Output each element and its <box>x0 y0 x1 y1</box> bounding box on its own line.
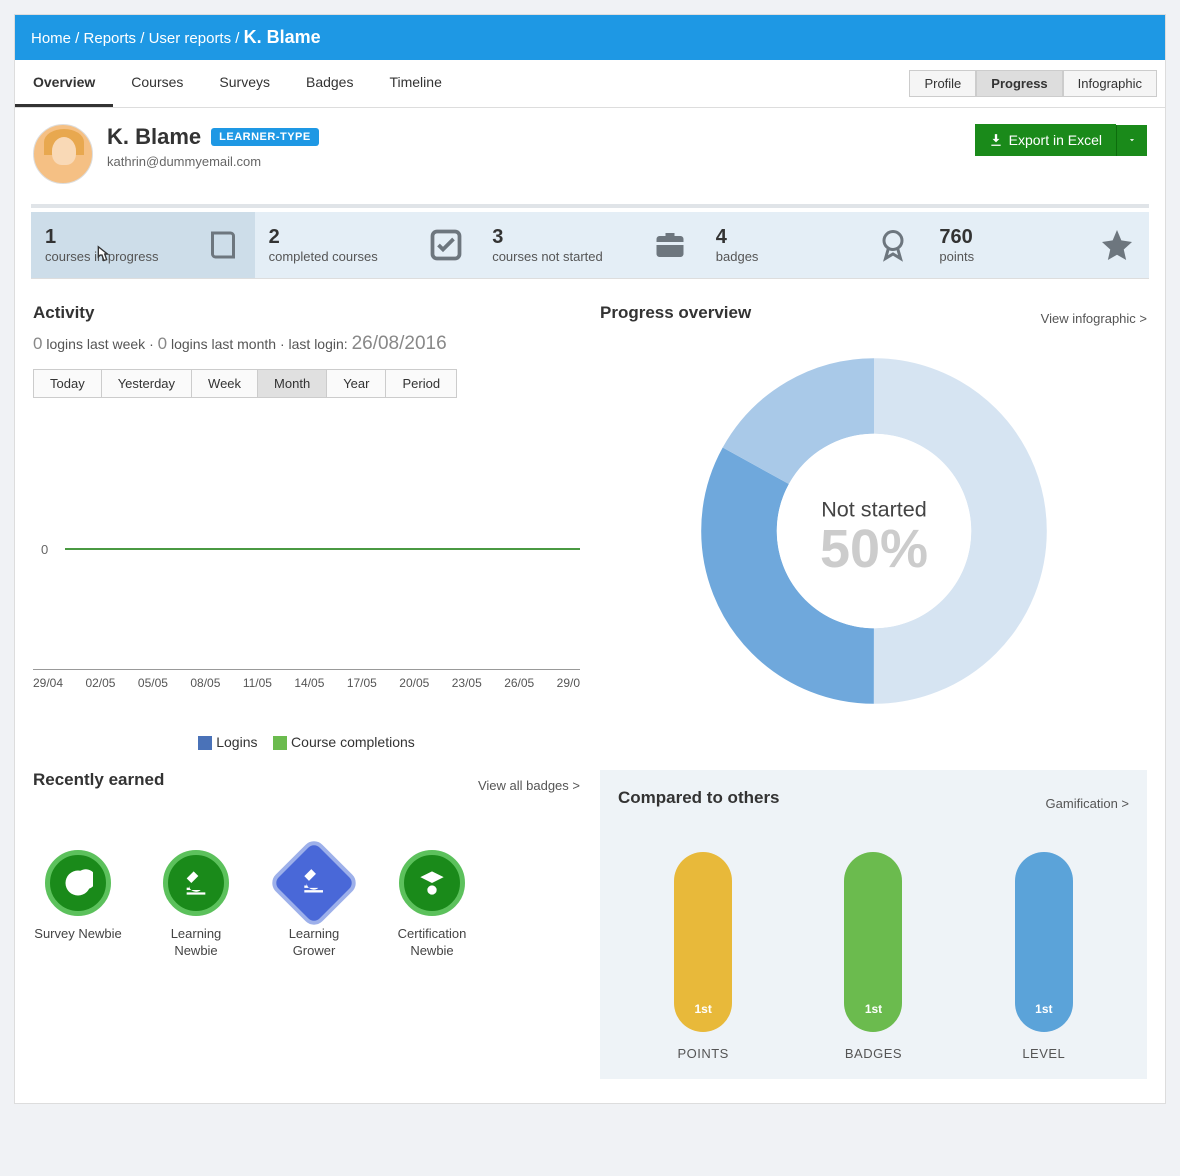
gamification-link[interactable]: Gamification > <box>1046 796 1129 811</box>
tab-timeline[interactable]: Timeline <box>371 60 459 107</box>
learner-type-tag: LEARNER-TYPE <box>211 128 319 146</box>
export-excel-button[interactable]: Export in Excel <box>975 124 1116 156</box>
stat-completed[interactable]: 2completed courses <box>255 212 479 278</box>
stat-points[interactable]: 760points <box>925 212 1149 278</box>
profile-name: K. Blame <box>107 124 201 150</box>
download-icon <box>989 133 1003 147</box>
time-month[interactable]: Month <box>258 370 327 397</box>
book-icon <box>205 227 241 263</box>
tab-surveys[interactable]: Surveys <box>201 60 288 107</box>
separator <box>31 204 1149 208</box>
tab-courses[interactable]: Courses <box>113 60 201 107</box>
pill-points: 1st POINTS <box>674 852 732 1061</box>
profile-email: kathrin@dummyemail.com <box>107 154 319 169</box>
breadcrumb-reports[interactable]: Reports <box>84 30 137 47</box>
tabs-view: Profile Progress Infographic <box>909 70 1165 97</box>
time-year[interactable]: Year <box>327 370 386 397</box>
briefcase-icon <box>652 227 688 263</box>
tabs-main: Overview Courses Surveys Badges Timeline <box>15 60 460 107</box>
graduate-icon <box>418 869 446 897</box>
stat-in-progress[interactable]: 1courses in progress <box>31 212 255 278</box>
progress-title: Progress overview <box>600 303 751 323</box>
time-today[interactable]: Today <box>34 370 102 397</box>
activity-summary: 0 logins last week · 0 logins last month… <box>33 333 580 355</box>
time-week[interactable]: Week <box>192 370 258 397</box>
pill-badges: 1st BADGES <box>844 852 902 1061</box>
view-progress[interactable]: Progress <box>976 70 1062 97</box>
badge-certification-newbie[interactable]: Certification Newbie <box>387 850 477 960</box>
badge-learning-grower[interactable]: Learning Grower <box>269 850 359 960</box>
breadcrumb: Home / Reports / User reports / K. Blame <box>15 15 1165 60</box>
breadcrumb-user-reports[interactable]: User reports <box>149 30 232 47</box>
star-icon <box>1099 227 1135 263</box>
stats-row: 1courses in progress 2completed courses … <box>31 212 1149 279</box>
microscope-icon <box>300 867 328 895</box>
tab-overview[interactable]: Overview <box>15 60 113 107</box>
activity-panel: Activity 0 logins last week · 0 logins l… <box>33 303 580 750</box>
stat-badges[interactable]: 4badges <box>702 212 926 278</box>
stat-not-started[interactable]: 3courses not started <box>478 212 702 278</box>
progress-donut: Not started 50% <box>694 351 1054 711</box>
breadcrumb-home[interactable]: Home <box>31 30 71 47</box>
activity-chart: 0 29/0402/0505/0508/0511/0514/0517/0520/… <box>33 414 580 694</box>
cursor-icon <box>91 242 113 268</box>
activity-legend: Logins Course completions <box>33 734 580 750</box>
time-period[interactable]: Period <box>386 370 456 397</box>
export-dropdown-caret[interactable] <box>1116 125 1147 156</box>
progress-panel: Progress overview View infographic > Not… <box>600 303 1147 750</box>
avatar <box>33 124 93 184</box>
check-icon <box>428 227 464 263</box>
time-range-tabs: Today Yesterday Week Month Year Period <box>33 369 457 398</box>
microscope-icon <box>182 869 210 897</box>
time-yesterday[interactable]: Yesterday <box>102 370 192 397</box>
badge-survey-newbie[interactable]: Survey Newbie <box>33 850 123 960</box>
recent-panel: Recently earned View all badges > Survey… <box>33 770 580 1079</box>
svg-text:50%: 50% <box>819 519 927 579</box>
svg-text:Not started: Not started <box>821 497 927 522</box>
view-infographic[interactable]: Infographic <box>1063 70 1157 97</box>
pill-level: 1st LEVEL <box>1015 852 1073 1061</box>
view-all-badges-link[interactable]: View all badges > <box>478 778 580 793</box>
view-infographic-link[interactable]: View infographic > <box>1041 311 1147 326</box>
view-profile[interactable]: Profile <box>909 70 976 97</box>
award-icon <box>875 227 911 263</box>
badge-learning-newbie[interactable]: Learning Newbie <box>151 850 241 960</box>
activity-title: Activity <box>33 303 580 323</box>
compared-title: Compared to others <box>618 788 780 808</box>
compared-panel: Compared to others Gamification > 1st PO… <box>600 770 1147 1079</box>
breadcrumb-current: K. Blame <box>244 27 321 47</box>
caret-down-icon <box>1127 135 1137 145</box>
recent-title: Recently earned <box>33 770 164 790</box>
pie-icon <box>63 868 93 898</box>
tab-badges[interactable]: Badges <box>288 60 371 107</box>
